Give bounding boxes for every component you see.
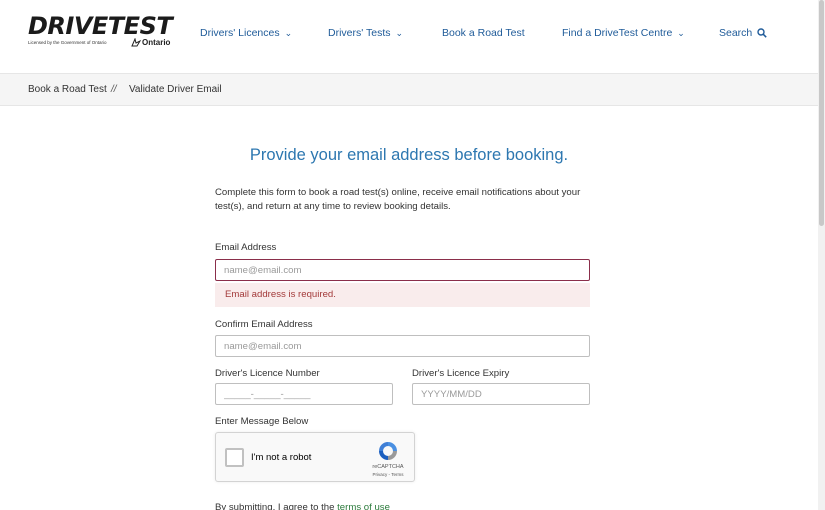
site-header: DRIVETEST Licensed by the Government of …: [0, 0, 818, 73]
nav-drivers-tests[interactable]: Drivers' Tests ⌄: [328, 27, 403, 39]
nav-label: Drivers' Tests: [328, 27, 391, 39]
nav-search[interactable]: Search: [719, 27, 768, 39]
confirm-email-label: Confirm Email Address: [215, 319, 313, 330]
licence-number-field[interactable]: [215, 383, 393, 405]
licence-expiry-field[interactable]: [412, 383, 590, 405]
breadcrumb: Book a Road Test // Validate Driver Emai…: [0, 73, 818, 106]
nav-label: Book a Road Test: [442, 27, 525, 39]
scrollbar-thumb[interactable]: [819, 0, 824, 226]
breadcrumb-validate-email: Validate Driver Email: [129, 84, 222, 95]
search-icon: [757, 28, 768, 38]
drivetest-logo[interactable]: DRIVETEST Licensed by the Government of …: [28, 12, 173, 52]
submit-terms-note: By submitting, I agree to the terms of u…: [215, 502, 390, 510]
nav-label: Search: [719, 27, 753, 39]
ontario-label: Ontario: [142, 38, 171, 47]
page-title: Provide your email address before bookin…: [249, 146, 569, 164]
intro-text: Complete this form to book a road test(s…: [215, 187, 581, 212]
chevron-down-icon: ⌄: [284, 27, 293, 38]
recaptcha-logo-icon: [379, 442, 397, 460]
logo-subtext: Licensed by the Government of Ontario: [28, 40, 107, 45]
recaptcha-widget: I'm not a robot reCAPTCHA Privacy - Term…: [215, 432, 415, 482]
nav-book-road-test[interactable]: Book a Road Test: [442, 27, 525, 39]
chevron-down-icon: ⌄: [677, 27, 685, 38]
nav-find-centre[interactable]: Find a DriveTest Centre ⌄: [562, 27, 685, 39]
email-label: Email Address: [215, 242, 277, 253]
email-error-message: Email address is required.: [215, 283, 590, 307]
ontario-logo: Ontario: [131, 38, 170, 47]
submit-note-text: By submitting, I agree to the: [215, 502, 338, 510]
nav-label: Drivers' Licences: [200, 27, 280, 39]
captcha-section-label: Enter Message Below: [215, 416, 309, 427]
terms-of-use-link[interactable]: terms of use: [337, 502, 390, 510]
recaptcha-brand: reCAPTCHA: [372, 464, 404, 470]
chevron-down-icon: ⌄: [395, 27, 404, 38]
breadcrumb-separator: //: [111, 84, 117, 95]
confirm-email-field[interactable]: [215, 335, 590, 357]
logo-wordmark: DRIVETEST: [28, 12, 173, 40]
recaptcha-label: I'm not a robot: [251, 452, 312, 463]
recaptcha-privacy-terms[interactable]: Privacy - Terms: [366, 472, 410, 477]
email-field[interactable]: [215, 259, 590, 281]
licence-expiry-label: Driver's Licence Expiry: [412, 368, 510, 379]
page-scrollbar[interactable]: [818, 0, 825, 510]
licence-number-label: Driver's Licence Number: [215, 368, 320, 379]
recaptcha-checkbox[interactable]: [225, 448, 244, 467]
breadcrumb-book-road-test[interactable]: Book a Road Test: [28, 84, 107, 95]
ontario-trillium-icon: [131, 38, 141, 47]
nav-label: Find a DriveTest Centre: [562, 27, 673, 39]
nav-drivers-licences[interactable]: Drivers' Licences ⌄: [200, 27, 292, 39]
